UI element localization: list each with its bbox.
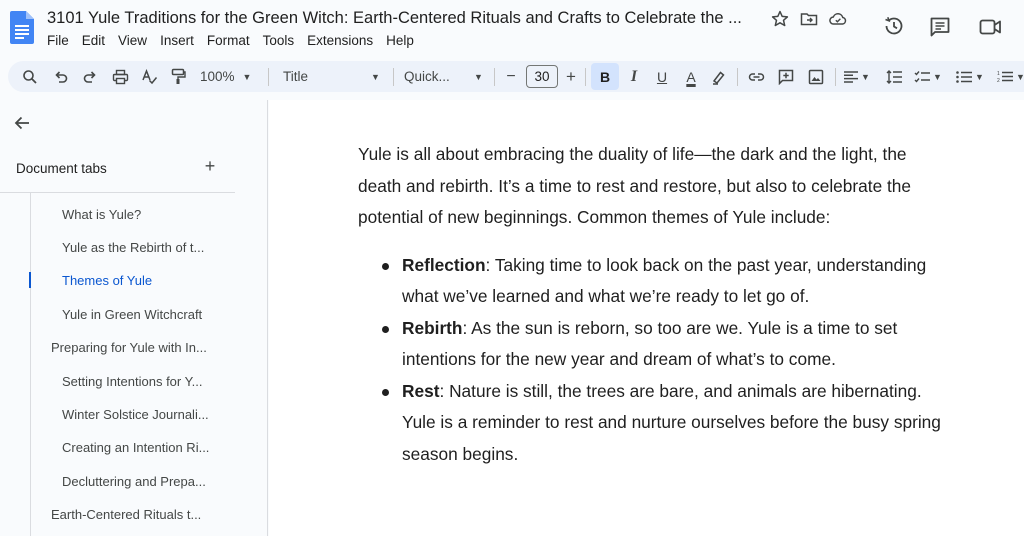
divider (0, 192, 235, 193)
add-tab-button[interactable]: + (200, 156, 220, 177)
version-history-icon[interactable] (882, 14, 906, 38)
underline-button[interactable]: U (650, 61, 674, 92)
bullet-term: Rebirth (402, 317, 463, 338)
line-spacing-icon[interactable] (883, 61, 905, 92)
undo-icon[interactable] (51, 61, 71, 92)
bulleted-list-icon[interactable]: ▼ (954, 61, 986, 92)
font-select[interactable]: Quick... ▼ (404, 61, 486, 92)
document-outline-sidebar: Document tabs + What is Yule? Yule as th… (0, 100, 268, 536)
text-color-button[interactable]: A (679, 61, 703, 92)
bullet-item-rebirth[interactable]: Rebirth: As the sun is reborn, so too ar… (358, 313, 948, 376)
document-title[interactable]: 3101 Yule Traditions for the Green Witch… (47, 9, 752, 28)
zoom-select[interactable]: 100% ▼ (200, 61, 260, 92)
font-size-input[interactable]: 30 (526, 65, 558, 88)
outline-item-active[interactable]: Themes of Yule (62, 273, 152, 288)
menu-bar: File Edit View Insert Format Tools Exten… (47, 33, 427, 48)
bullet-term: Rest (402, 380, 440, 401)
back-arrow-icon[interactable] (12, 113, 32, 133)
move-to-folder-icon[interactable] (799, 9, 819, 29)
document-body[interactable]: Yule is all about embracing the duality … (358, 139, 948, 470)
style-dropdown-icon: ▼ (371, 71, 380, 82)
redo-icon[interactable] (80, 61, 100, 92)
menu-format[interactable]: Format (207, 33, 250, 48)
outline-item[interactable]: Yule as the Rebirth of t... (62, 240, 204, 255)
outline-guide-line (30, 193, 31, 536)
star-icon[interactable] (770, 9, 790, 29)
document-tabs-header: Document tabs (16, 161, 107, 176)
zoom-dropdown-icon: ▼ (242, 71, 252, 82)
paint-format-icon[interactable] (168, 61, 188, 92)
outline-item[interactable]: Setting Intentions for Y... (62, 374, 202, 389)
cloud-saved-icon[interactable] (828, 9, 848, 29)
bullet-item-reflection[interactable]: Reflection: Taking time to look back on … (358, 250, 948, 313)
menu-help[interactable]: Help (386, 33, 414, 48)
outline-item[interactable]: What is Yule? (62, 207, 141, 222)
menu-insert[interactable]: Insert (160, 33, 194, 48)
outline-active-indicator (29, 272, 31, 288)
svg-text:2: 2 (997, 78, 1000, 83)
svg-text:1: 1 (997, 71, 1000, 77)
font-dropdown-icon: ▼ (474, 71, 483, 82)
comments-icon[interactable] (928, 15, 952, 39)
bullet-text: : As the sun is reborn, so too are we. Y… (402, 317, 898, 370)
outline-item[interactable]: Winter Solstice Journali... (62, 407, 209, 422)
document-page[interactable]: Yule is all about embracing the duality … (269, 100, 1024, 536)
bullet-text: : Nature is still, the trees are bare, a… (402, 380, 941, 464)
insert-link-icon[interactable] (745, 61, 767, 92)
bullet-item-rest[interactable]: Rest: Nature is still, the trees are bar… (358, 376, 948, 471)
outline-item[interactable]: Preparing for Yule with In... (51, 340, 207, 355)
menu-view[interactable]: View (118, 33, 147, 48)
outline-item[interactable]: Creating an Intention Ri... (62, 440, 209, 455)
paragraph-style-value: Title (283, 69, 309, 84)
bullet-term: Reflection (402, 254, 486, 275)
menu-file[interactable]: File (47, 33, 69, 48)
zoom-value: 100% (200, 69, 235, 84)
outline-item[interactable]: Decluttering and Prepa... (62, 474, 206, 489)
search-menus-icon[interactable] (20, 61, 40, 92)
align-left-icon[interactable]: ▼ (843, 61, 871, 92)
print-icon[interactable] (110, 61, 130, 92)
spelling-check-icon[interactable] (139, 61, 159, 92)
numbered-list-icon[interactable]: 1 2 ▼ (996, 61, 1024, 92)
outline-item[interactable]: Yule in Green Witchcraft (62, 307, 202, 322)
insert-image-icon[interactable] (805, 61, 827, 92)
italic-button[interactable]: I (622, 61, 646, 92)
google-docs-logo-icon[interactable] (10, 11, 34, 44)
checklist-icon[interactable]: ▼ (912, 61, 944, 92)
title-bar: 3101 Yule Traditions for the Green Witch… (0, 0, 1024, 56)
outline-item[interactable]: Earth-Centered Rituals t... (51, 507, 201, 522)
menu-tools[interactable]: Tools (263, 33, 295, 48)
themes-bullet-list: Reflection: Taking time to look back on … (358, 250, 948, 471)
menu-extensions[interactable]: Extensions (307, 33, 373, 48)
increase-font-size-button[interactable]: + (562, 61, 580, 92)
bold-button[interactable]: B (591, 63, 619, 90)
toolbar: 100% ▼ Title ▼ Quick... ▼ − 30 + B I U A ▼ … (8, 61, 1024, 92)
highlight-color-icon[interactable] (708, 61, 730, 92)
intro-paragraph[interactable]: Yule is all about embracing the duality … (358, 139, 948, 234)
menu-edit[interactable]: Edit (82, 33, 105, 48)
decrease-font-size-button[interactable]: − (502, 61, 520, 92)
add-comment-icon[interactable] (775, 61, 797, 92)
font-value: Quick... (404, 69, 450, 84)
paragraph-style-select[interactable]: Title ▼ (283, 61, 383, 92)
meet-icon[interactable] (978, 15, 1004, 39)
